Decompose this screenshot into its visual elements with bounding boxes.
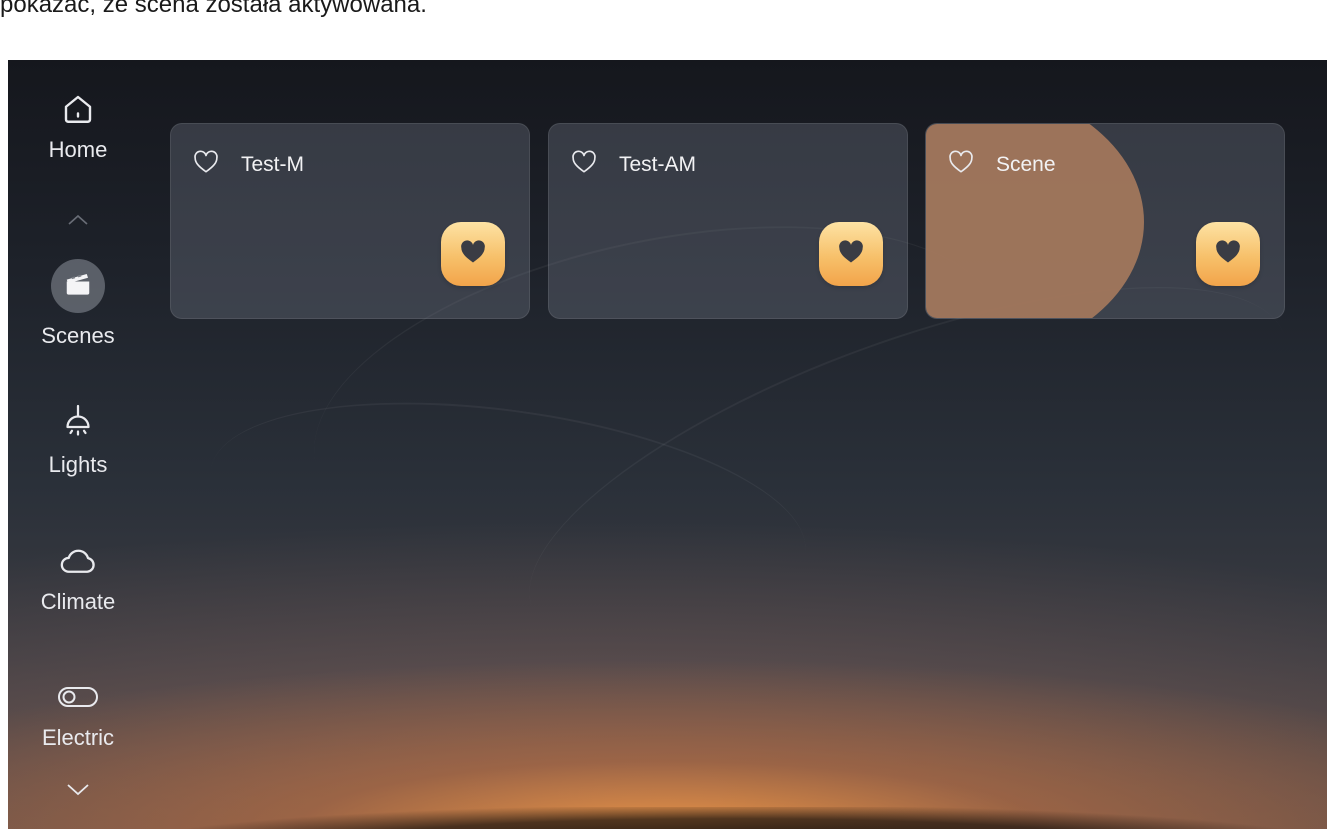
sidebar-item-home[interactable]: Home: [8, 87, 148, 163]
heart-outline-icon[interactable]: [571, 150, 597, 179]
home-icon: [8, 87, 148, 131]
heart-filled-icon: [1214, 239, 1242, 270]
scene-name: Test-AM: [619, 152, 697, 176]
chevron-down-icon[interactable]: [58, 780, 98, 800]
sidebar-item-climate[interactable]: Climate: [8, 539, 148, 615]
scene-name: Scene: [996, 152, 1056, 176]
ceiling-lamp-icon: [8, 402, 148, 446]
sidebar-item-label: Electric: [41, 725, 115, 750]
sidebar-item-label: Scenes: [41, 323, 115, 348]
scene-card-activated[interactable]: Scene: [925, 123, 1285, 319]
run-scene-button[interactable]: [819, 222, 883, 286]
heart-outline-icon[interactable]: [948, 150, 974, 179]
run-scene-button[interactable]: [1196, 222, 1260, 286]
scene-card[interactable]: Test-M: [170, 123, 530, 319]
sidebar-item-label: Lights: [48, 452, 108, 477]
sidebar-item-label: Climate: [40, 589, 116, 614]
sidebar-item-label: Home: [48, 137, 108, 162]
sidebar-item-scenes[interactable]: Scenes: [8, 257, 148, 349]
smart-home-screen: Home Scenes Lights Climate Electric Test…: [8, 60, 1327, 829]
scene-card[interactable]: Test-AM: [548, 123, 908, 319]
chevron-up-icon[interactable]: [58, 210, 98, 230]
heart-filled-icon: [837, 239, 865, 270]
active-indicator: [51, 259, 105, 313]
heart-outline-icon[interactable]: [193, 150, 219, 179]
toggle-switch-icon: [8, 675, 148, 719]
sidebar-item-electric[interactable]: Electric: [8, 675, 148, 751]
cloud-icon: [8, 539, 148, 583]
run-scene-button[interactable]: [441, 222, 505, 286]
caption-text: pokazać, że scena została aktywowana.: [0, 0, 1327, 60]
scene-name: Test-M: [241, 152, 304, 176]
heart-filled-icon: [459, 239, 487, 270]
clapperboard-icon: [63, 269, 93, 304]
sidebar-item-lights[interactable]: Lights: [8, 402, 148, 478]
horizon-silhouette: [158, 807, 1308, 829]
